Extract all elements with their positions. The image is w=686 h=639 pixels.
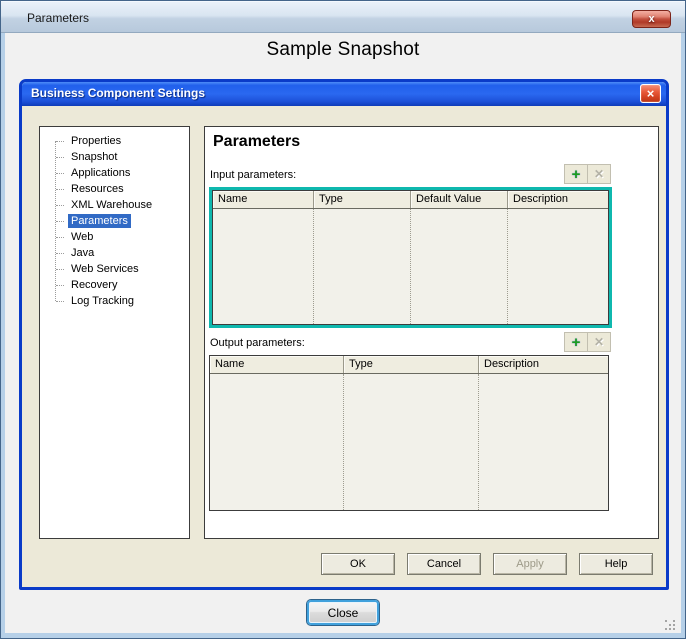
nav-item-recovery[interactable]: Recovery: [40, 277, 189, 293]
input-delete-button[interactable]: ✕: [587, 164, 611, 184]
nav-item-label: XML Warehouse: [68, 198, 155, 212]
nav-item-resources[interactable]: Resources: [40, 181, 189, 197]
dialog-action-buttons: OK Cancel Apply Help: [321, 553, 653, 575]
nav-item-label: Log Tracking: [68, 294, 137, 308]
input-parameters-focus-border: NameTypeDefault ValueDescription: [209, 187, 612, 328]
tree-connector-stub: [56, 141, 64, 142]
nav-item-label: Web Services: [68, 262, 142, 276]
outer-titlebar[interactable]: Parameters x: [1, 1, 685, 33]
nav-item-web-services[interactable]: Web Services: [40, 261, 189, 277]
delete-icon: ✕: [594, 168, 604, 180]
output-parameters-label: Output parameters:: [210, 337, 305, 352]
page-title: Sample Snapshot: [1, 39, 685, 61]
input-table-header: NameTypeDefault ValueDescription: [213, 191, 608, 209]
close-button[interactable]: Close: [307, 600, 379, 625]
table-column: [508, 209, 608, 324]
table-column: [210, 374, 344, 510]
nav-item-parameters[interactable]: Parameters: [40, 213, 189, 229]
nav-item-label: Resources: [68, 182, 127, 196]
input-parameters-table[interactable]: NameTypeDefault ValueDescription: [212, 190, 609, 325]
nav-item-label: Java: [68, 246, 97, 260]
tree-connector-stub: [56, 269, 64, 270]
table-column: [479, 374, 608, 510]
tree-connector-stub: [56, 173, 64, 174]
ok-button[interactable]: OK: [321, 553, 395, 575]
output-parameters-table[interactable]: NameTypeDescription: [209, 355, 609, 511]
table-column: [411, 209, 508, 324]
outer-window: Parameters x Sample Snapshot Business Co…: [0, 0, 686, 639]
output-table-header: NameTypeDescription: [210, 356, 608, 374]
nav-item-snapshot[interactable]: Snapshot: [40, 149, 189, 165]
apply-button[interactable]: Apply: [493, 553, 567, 575]
business-component-settings-dialog: Business Component Settings × Properties…: [19, 79, 669, 590]
nav-item-java[interactable]: Java: [40, 245, 189, 261]
nav-item-label: Applications: [68, 166, 133, 180]
input-add-button[interactable]: +: [564, 164, 588, 184]
input-toolbar: + ✕: [564, 164, 611, 184]
column-header-name[interactable]: Name: [210, 356, 344, 373]
delete-icon: ✕: [594, 336, 604, 348]
table-column: [314, 209, 411, 324]
input-table-body[interactable]: [213, 209, 608, 324]
table-column: [213, 209, 314, 324]
output-add-button[interactable]: +: [564, 332, 588, 352]
tree-connector-stub: [56, 237, 64, 238]
nav-item-xml-warehouse[interactable]: XML Warehouse: [40, 197, 189, 213]
output-toolbar: + ✕: [564, 332, 611, 352]
tree-connector-stub: [56, 285, 64, 286]
nav-item-label: Recovery: [68, 278, 120, 292]
nav-item-web[interactable]: Web: [40, 229, 189, 245]
output-delete-button[interactable]: ✕: [587, 332, 611, 352]
column-header-description[interactable]: Description: [479, 356, 608, 373]
add-icon: +: [572, 335, 581, 350]
dialog-content: Properties Snapshot Applications Resources X…: [22, 106, 666, 587]
tree-connector-stub: [56, 301, 64, 302]
settings-nav-tree: Properties Snapshot Applications Resources X…: [39, 126, 190, 539]
outer-window-title: Parameters: [27, 11, 89, 25]
column-header-type[interactable]: Type: [344, 356, 479, 373]
tree-connector-stub: [56, 221, 64, 222]
tree-connector-stub: [56, 189, 64, 190]
help-button[interactable]: Help: [579, 553, 653, 575]
dialog-title: Business Component Settings: [31, 86, 205, 100]
column-header-type[interactable]: Type: [314, 191, 411, 208]
table-column: [344, 374, 479, 510]
nav-item-log-tracking[interactable]: Log Tracking: [40, 293, 189, 309]
nav-item-label: Properties: [68, 134, 124, 148]
cancel-button[interactable]: Cancel: [407, 553, 481, 575]
tree-connector-stub: [56, 253, 64, 254]
add-icon: +: [572, 167, 581, 182]
nav-item-applications[interactable]: Applications: [40, 165, 189, 181]
nav-item-label: Snapshot: [68, 150, 120, 164]
dialog-close-button[interactable]: ×: [640, 84, 661, 103]
dialog-titlebar[interactable]: Business Component Settings ×: [22, 82, 666, 106]
close-icon: ×: [647, 86, 655, 101]
tree-connector-stub: [56, 157, 64, 158]
parameters-panel: Parameters Input parameters: + ✕ Nam: [204, 126, 659, 539]
resize-grip-icon[interactable]: [664, 619, 676, 631]
nav-item-label: Parameters: [68, 214, 131, 228]
output-table-body[interactable]: [210, 374, 608, 510]
input-parameters-label: Input parameters:: [210, 169, 296, 184]
nav-item-label: Web: [68, 230, 96, 244]
outer-close-button[interactable]: x: [632, 10, 671, 28]
close-icon: x: [648, 13, 654, 25]
footer: Close: [1, 600, 685, 625]
column-header-default-value[interactable]: Default Value: [411, 191, 508, 208]
nav-tree: Properties Snapshot Applications Resources X…: [40, 133, 189, 309]
column-header-description[interactable]: Description: [508, 191, 608, 208]
tree-connector-stub: [56, 205, 64, 206]
nav-item-properties[interactable]: Properties: [40, 133, 189, 149]
column-header-name[interactable]: Name: [213, 191, 314, 208]
panel-title: Parameters: [213, 133, 300, 151]
